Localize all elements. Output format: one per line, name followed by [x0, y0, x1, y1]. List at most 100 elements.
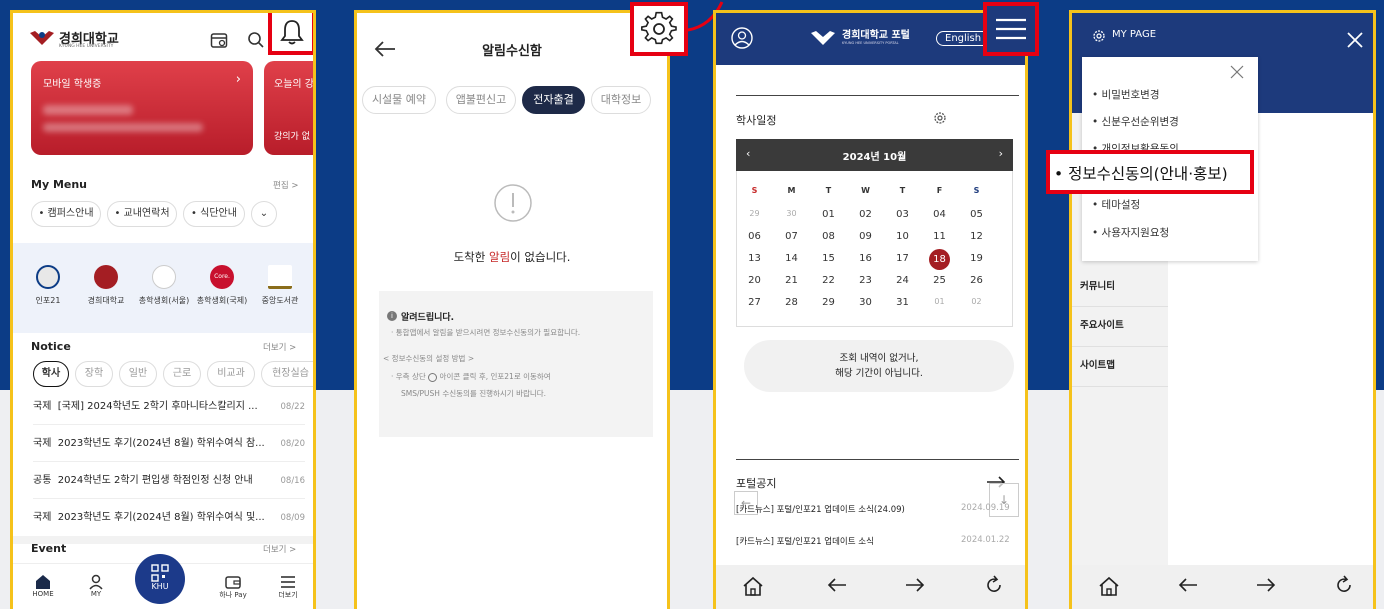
calendar-day[interactable]: 11: [921, 231, 958, 242]
back-arrow-icon[interactable]: [827, 577, 847, 593]
nav-my[interactable]: MY: [76, 574, 116, 598]
calendar-day[interactable]: 24: [884, 275, 921, 286]
quick-item-council-seoul[interactable]: 총학생회(서울): [135, 265, 193, 306]
tab-app-report[interactable]: 앱불편신고: [446, 86, 516, 114]
side-item-community[interactable]: 커뮤니티: [1072, 268, 1168, 307]
portal-notice-row[interactable]: [카드뉴스] 포털/인포21 업데이트 소식(24.09): [736, 503, 905, 515]
calendar-day[interactable]: 26: [958, 275, 995, 286]
calendar-day[interactable]: 01: [921, 297, 958, 306]
portal-notice-row[interactable]: [카드뉴스] 포털/인포21 업데이트 소식: [736, 535, 874, 547]
calendar-day[interactable]: 29: [736, 209, 773, 218]
calendar-day[interactable]: 02: [958, 297, 995, 306]
calendar-day[interactable]: 27: [736, 297, 773, 308]
calendar-day[interactable]: 19: [958, 253, 995, 264]
menu-item-info-consent[interactable]: • 정보수신동의(안내·홍보): [1054, 162, 1228, 184]
event-more-link[interactable]: 더보기 >: [263, 543, 296, 555]
notice-row[interactable]: 국제 2023학년도 후기(2024년 8월) 학위수여식 참... 08/20: [33, 426, 305, 462]
next-month-button[interactable]: ›: [999, 147, 1003, 160]
calendar-day[interactable]: 30: [847, 297, 884, 308]
home-icon[interactable]: [1098, 575, 1120, 597]
nav-khu-qr-button[interactable]: KHU: [135, 554, 185, 604]
calendar-day[interactable]: 09: [847, 231, 884, 242]
hamburger-menu-icon[interactable]: [995, 18, 1027, 40]
search-icon[interactable]: [247, 31, 265, 49]
menu-item-user-support[interactable]: • 사용자지원요청: [1092, 225, 1169, 240]
notice-tab-fieldwork[interactable]: 현장실습: [261, 361, 313, 387]
calendar-day[interactable]: 02: [847, 209, 884, 220]
profile-icon[interactable]: [731, 27, 753, 49]
refresh-icon[interactable]: [984, 575, 1004, 595]
quick-item-khu[interactable]: 경희대학교: [77, 265, 135, 306]
forward-arrow-icon[interactable]: [905, 577, 925, 593]
close-icon[interactable]: [1230, 65, 1244, 79]
menu-chip-contacts[interactable]: • 교내연락처: [107, 201, 177, 227]
tab-facility-reservation[interactable]: 시설물 예약: [362, 86, 436, 114]
notice-row[interactable]: 국제 [국제] 2024학년도 2학기 후마니타스칼리지 ... 08/22: [33, 389, 305, 425]
close-icon[interactable]: [1347, 32, 1363, 48]
quick-menu-bar: 인포21 경희대학교 총학생회(서울) Core. 총학생회(국제) 중앙도서관: [13, 243, 313, 333]
calendar-day[interactable]: 06: [736, 231, 773, 242]
calendar-day[interactable]: 31: [884, 297, 921, 308]
my-menu-edit-link[interactable]: 편집 >: [273, 179, 298, 191]
calendar-day[interactable]: 12: [958, 231, 995, 242]
notice-row[interactable]: 국제 2023학년도 후기(2024년 8월) 학위수여식 및... 08/09: [33, 500, 305, 536]
calendar-icon[interactable]: [210, 31, 228, 49]
calendar-day[interactable]: 13: [736, 253, 773, 264]
calendar-day[interactable]: 10: [884, 231, 921, 242]
menu-item-theme[interactable]: • 테마설정: [1092, 197, 1140, 212]
calendar-day[interactable]: 16: [847, 253, 884, 264]
bell-icon[interactable]: [278, 18, 306, 46]
tab-univ-info[interactable]: 대학정보: [591, 86, 651, 114]
forward-arrow-icon[interactable]: [1256, 577, 1276, 593]
calendar-day[interactable]: 30: [773, 209, 810, 218]
calendar-day[interactable]: 22: [810, 275, 847, 286]
calendar-day[interactable]: 14: [773, 253, 810, 264]
back-arrow-icon[interactable]: [1178, 577, 1198, 593]
side-item-sitemap[interactable]: 사이트맵: [1072, 347, 1168, 387]
gear-icon[interactable]: [1092, 29, 1106, 43]
today-lecture-card[interactable]: 오늘의 강 강의가 없: [264, 61, 313, 155]
calendar-day[interactable]: 04: [921, 209, 958, 220]
calendar-day[interactable]: 28: [773, 297, 810, 308]
tab-attendance[interactable]: 전자출결: [522, 86, 585, 114]
quick-item-council-global[interactable]: Core. 총학생회(국제): [193, 265, 251, 306]
english-button[interactable]: English: [936, 31, 991, 46]
side-item-major-sites[interactable]: 주요사이트: [1072, 307, 1168, 347]
menu-item-change-password[interactable]: • 비밀번호변경: [1092, 87, 1160, 102]
refresh-icon[interactable]: [1334, 575, 1354, 595]
nav-home[interactable]: HOME: [23, 574, 63, 598]
menu-chip-meal[interactable]: • 식단안내: [183, 201, 245, 227]
notice-tab-work[interactable]: 근로: [163, 361, 201, 387]
menu-item-identity-priority[interactable]: • 신분우선순위변경: [1092, 114, 1179, 129]
home-icon[interactable]: [742, 575, 764, 597]
quick-item-info21[interactable]: 인포21: [19, 265, 77, 306]
calendar-day[interactable]: 29: [810, 297, 847, 308]
calendar-day[interactable]: 08: [810, 231, 847, 242]
menu-chip-campus[interactable]: • 캠퍼스안내: [31, 201, 101, 227]
calendar-day[interactable]: 21: [773, 275, 810, 286]
calendar-day[interactable]: 05: [958, 209, 995, 220]
notice-row[interactable]: 공통 2024학년도 2학기 편입생 학점인정 신청 안내 08/16: [33, 463, 305, 499]
notice-tab-extracurricular[interactable]: 비교과: [207, 361, 255, 387]
my-page-label[interactable]: MY PAGE: [1112, 29, 1156, 40]
calendar-day[interactable]: 25: [921, 275, 958, 286]
nav-more[interactable]: 더보기: [268, 574, 308, 600]
calendar-day[interactable]: 01: [810, 209, 847, 220]
notice-tab-scholarship[interactable]: 장학: [75, 361, 113, 387]
calendar-day[interactable]: 17: [884, 253, 921, 264]
calendar-day-selected[interactable]: 18: [929, 249, 950, 270]
nav-hana-pay[interactable]: 하나 Pay: [213, 574, 253, 600]
notice-tab-academic[interactable]: 학사: [33, 361, 69, 387]
gear-icon[interactable]: [933, 111, 947, 125]
calendar-day[interactable]: 23: [847, 275, 884, 286]
quick-item-library[interactable]: 중앙도서관: [251, 265, 309, 306]
student-id-card[interactable]: 모바일 학생증 ›: [31, 61, 253, 155]
calendar-day[interactable]: 20: [736, 275, 773, 286]
calendar-day[interactable]: 03: [884, 209, 921, 220]
notice-more-link[interactable]: 더보기 >: [263, 341, 296, 353]
calendar-day[interactable]: 15: [810, 253, 847, 264]
calendar-day[interactable]: 07: [773, 231, 810, 242]
notice-tab-general[interactable]: 일반: [119, 361, 157, 387]
chevron-down-icon[interactable]: ⌄: [251, 201, 277, 227]
gear-icon[interactable]: [640, 10, 678, 48]
